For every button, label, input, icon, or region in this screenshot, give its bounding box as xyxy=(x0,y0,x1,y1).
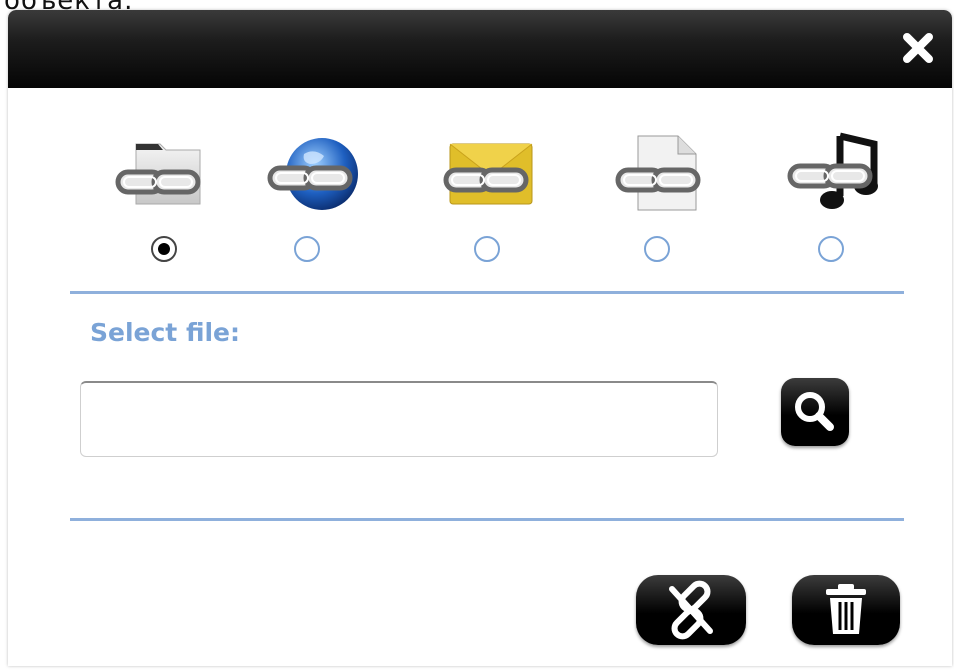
close-icon xyxy=(903,33,933,63)
select-file-label: Select file: xyxy=(90,318,241,347)
web-link-icon[interactable] xyxy=(264,132,368,214)
remove-link-button[interactable] xyxy=(636,575,746,645)
delete-button[interactable] xyxy=(792,575,900,645)
radio-media-link[interactable] xyxy=(818,236,844,262)
media-link-icon[interactable] xyxy=(784,132,888,214)
link-dialog: Select file: xyxy=(8,10,952,666)
search-icon xyxy=(795,392,834,431)
bottom-divider xyxy=(70,518,904,521)
dialog-titlebar xyxy=(8,10,952,88)
unlink-icon xyxy=(669,580,713,640)
radio-web-link[interactable] xyxy=(294,236,320,262)
top-divider xyxy=(70,291,904,294)
radio-folder-link[interactable] xyxy=(151,236,177,262)
search-button[interactable] xyxy=(781,378,849,446)
radio-email-link[interactable] xyxy=(474,236,500,262)
close-button[interactable] xyxy=(898,28,938,68)
trash-icon xyxy=(826,584,866,634)
email-link-icon[interactable] xyxy=(442,132,546,214)
folder-link-icon[interactable] xyxy=(110,132,214,214)
radio-file-link[interactable] xyxy=(644,236,670,262)
file-link-icon[interactable] xyxy=(610,132,714,214)
file-path-input[interactable] xyxy=(80,381,718,457)
